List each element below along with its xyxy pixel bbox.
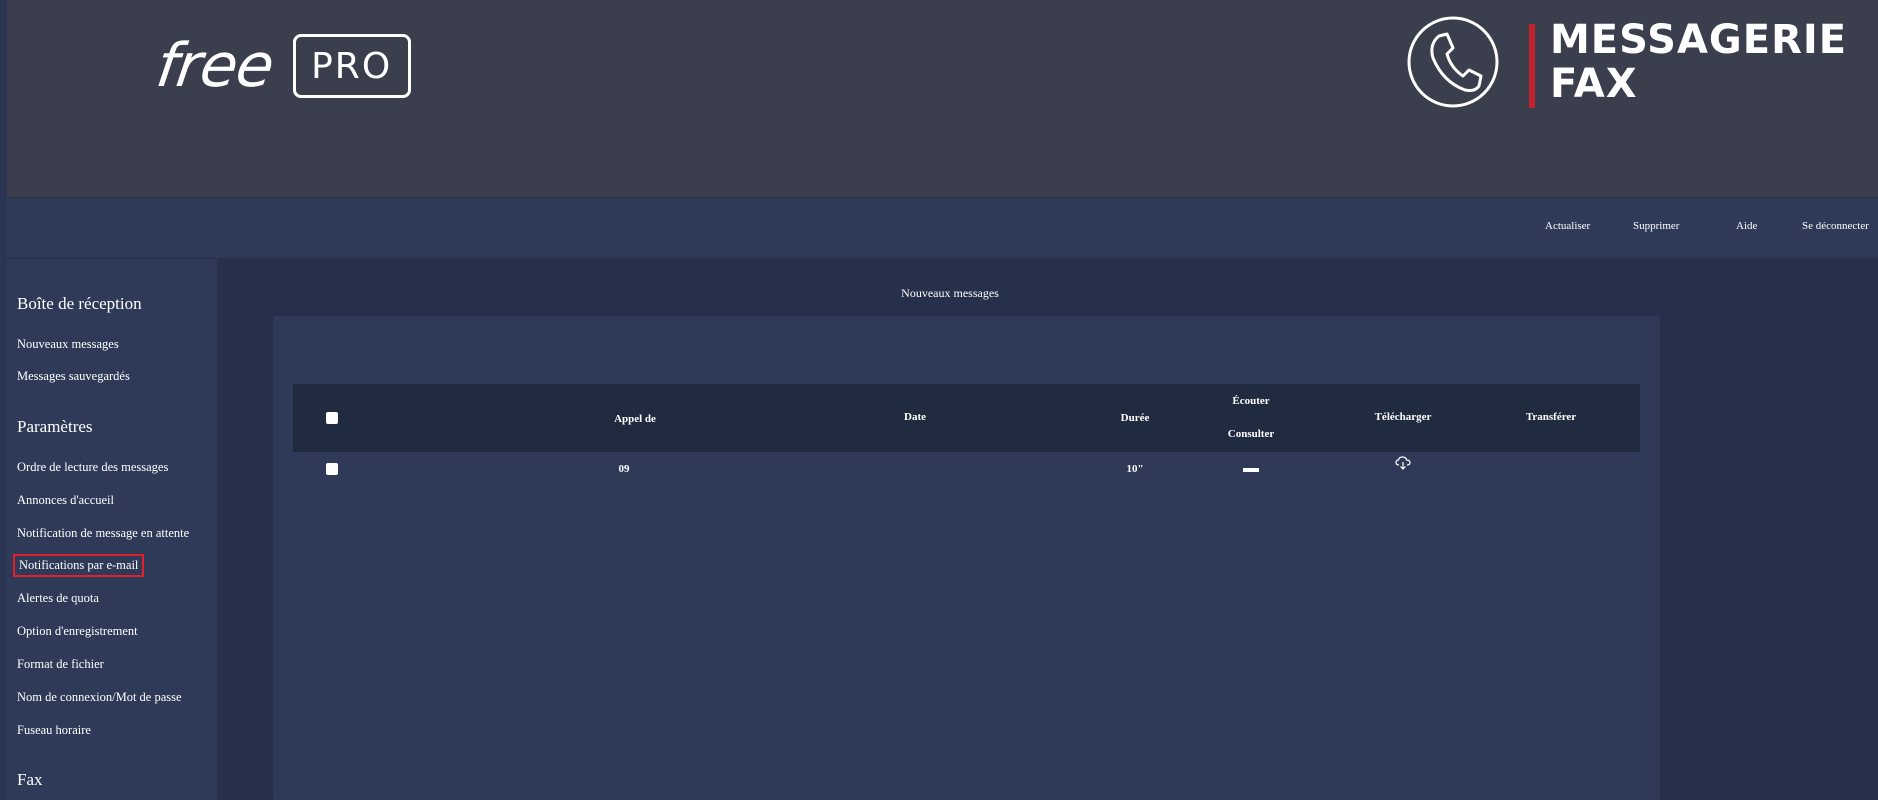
top-nav: Actualiser Supprimer Aide Se déconnecter	[7, 198, 1878, 258]
brand-accent-bar	[1529, 24, 1535, 108]
column-header-download: Télécharger	[1374, 411, 1432, 423]
sidebar-heading-fax: Fax	[17, 770, 43, 789]
messages-panel: Appel de Date Durée Écouter Consulter Té…	[273, 316, 1660, 800]
messages-table-header: Appel de Date Durée Écouter Consulter Té…	[293, 384, 1640, 452]
brand-line-1: MESSAGERIE	[1550, 17, 1848, 63]
sidebar-item-waiting-notification[interactable]: Notification de message en attente	[17, 526, 189, 541]
brand-title: MESSAGERIE FAX	[1550, 18, 1847, 106]
nav-help-link[interactable]: Aide	[1736, 220, 1757, 232]
sidebar-item-recording-option[interactable]: Option d'enregistrement	[17, 624, 138, 639]
select-all-checkbox[interactable]	[326, 412, 338, 424]
play-bar-icon[interactable]	[1243, 468, 1259, 472]
sidebar-item-saved-messages[interactable]: Messages sauvegardés	[17, 369, 130, 384]
table-row: 09 10"	[293, 452, 1640, 488]
column-header-listen: Écouter	[1232, 395, 1270, 407]
free-pro-logo[interactable]: free PRO	[152, 28, 411, 104]
sidebar-item-reading-order[interactable]: Ordre de lecture des messages	[17, 460, 168, 475]
column-header-view: Consulter	[1227, 428, 1275, 440]
logo-free-text: free	[152, 31, 278, 101]
brand-line-2: FAX	[1550, 61, 1638, 107]
row-caller: 09	[618, 463, 630, 475]
left-edge-strip	[0, 0, 7, 800]
sidebar-item-email-notifications[interactable]: Notifications par e-mail	[12, 554, 145, 577]
app-header: free PRO MESSAGERIE FAX	[7, 0, 1878, 198]
column-header-duration: Durée	[1120, 412, 1150, 424]
nav-delete-link[interactable]: Supprimer	[1633, 220, 1679, 232]
column-header-transfer: Transférer	[1525, 411, 1577, 423]
sidebar-item-login-password[interactable]: Nom de connexion/Mot de passe	[17, 690, 182, 705]
row-duration: 10"	[1126, 463, 1144, 475]
sidebar-item-new-messages[interactable]: Nouveaux messages	[17, 337, 119, 352]
sidebar-item-greetings[interactable]: Annonces d'accueil	[17, 493, 114, 508]
sidebar-item-quota-alerts[interactable]: Alertes de quota	[17, 591, 99, 606]
column-header-caller: Appel de	[614, 413, 656, 425]
column-header-date: Date	[904, 411, 926, 423]
page-title: Nouveaux messages	[901, 286, 999, 300]
sidebar-item-file-format[interactable]: Format de fichier	[17, 657, 104, 672]
sidebar-heading-settings: Paramètres	[17, 417, 93, 436]
sidebar: Boîte de réception Nouveaux messages Mes…	[7, 259, 217, 800]
logo-pro-box: PRO	[292, 34, 411, 98]
nav-refresh-link[interactable]: Actualiser	[1545, 220, 1590, 232]
phone-icon	[1407, 16, 1499, 108]
cloud-download-icon[interactable]	[1395, 456, 1411, 470]
row-select-checkbox[interactable]	[326, 463, 338, 475]
nav-logout-link[interactable]: Se déconnecter	[1802, 220, 1869, 232]
sidebar-item-timezone[interactable]: Fuseau horaire	[17, 723, 91, 738]
